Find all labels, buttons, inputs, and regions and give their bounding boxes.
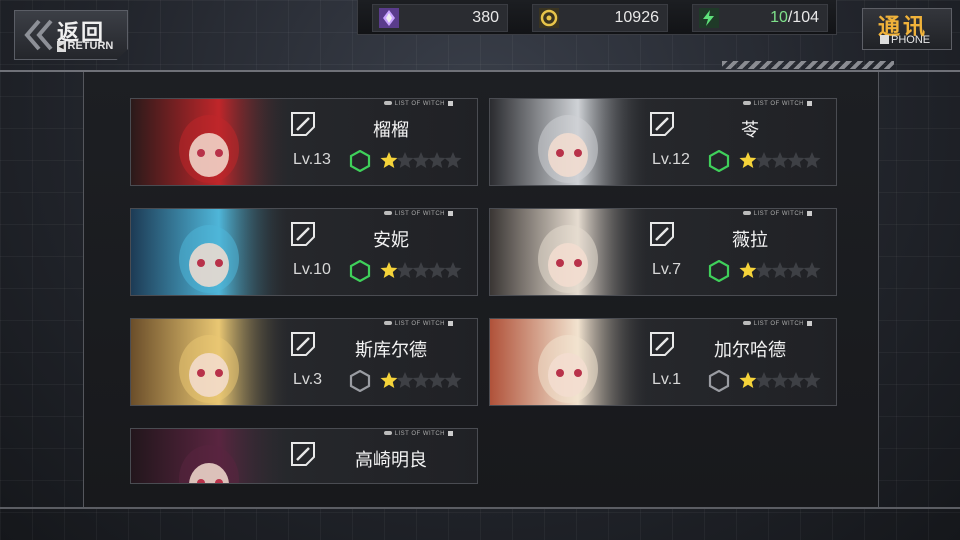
witch-name: 苓 [741,120,759,141]
crystal-counter[interactable]: 380 [372,4,508,32]
witch-portrait [131,319,291,405]
list-of-witch-tag: LIST OF WITCH [384,431,453,437]
witch-card[interactable]: LIST OF WITCH 斯库尔德 Lv.3 [130,318,478,406]
panel-border-right [878,72,879,508]
hexagon-icon [349,260,371,282]
wand-icon [291,332,315,356]
coin-counter[interactable]: 10926 [532,4,668,32]
panel-border-left [83,72,84,508]
double-chevron-left-icon [24,19,53,51]
resource-bar: 380 10926 10/104 [357,0,837,35]
crystal-value: 380 [472,9,499,26]
wand-icon [291,442,315,466]
witch-portrait [131,209,291,295]
witch-card[interactable]: LIST OF WITCH 高崎明良 [130,428,478,484]
list-of-witch-tag: LIST OF WITCH [384,211,453,217]
star-rating [379,260,462,280]
witch-level: Lv.10 [293,261,331,278]
list-of-witch-tag: LIST OF WITCH [743,211,812,217]
back-button[interactable]: 返回 ◂ RETURN [14,10,128,60]
witch-level: Lv.13 [293,151,331,168]
star-icon [444,262,462,278]
witch-name: 加尔哈德 [714,340,786,361]
star-icon [803,372,821,388]
witch-card[interactable]: LIST OF WITCH 榴榴 Lv.13 [130,98,478,186]
coin-icon [539,8,559,28]
witch-card[interactable]: LIST OF WITCH 加尔哈德 Lv.1 [489,318,837,406]
energy-icon [699,8,719,28]
hexagon-icon [349,370,371,392]
star-rating [379,370,462,390]
witch-card[interactable]: LIST OF WITCH 苓 Lv.12 [489,98,837,186]
wand-icon [650,332,674,356]
star-rating [738,260,821,280]
hexagon-icon [349,150,371,172]
witch-portrait [490,319,650,405]
hazard-stripes [722,61,894,69]
witch-name: 高崎明良 [355,450,427,471]
witch-name: 斯库尔德 [355,340,427,361]
witch-level: Lv.7 [652,261,682,278]
wand-icon [291,222,315,246]
energy-counter[interactable]: 10/104 [692,4,828,32]
star-rating [738,370,821,390]
witch-name: 榴榴 [373,120,409,141]
star-icon [803,152,821,168]
check-icon [880,35,889,44]
witch-card[interactable]: LIST OF WITCH 薇拉 Lv.7 [489,208,837,296]
star-icon [803,262,821,278]
list-of-witch-tag: LIST OF WITCH [384,321,453,327]
wand-icon [650,112,674,136]
star-rating [738,150,821,170]
witch-portrait [490,99,650,185]
wand-icon [650,222,674,246]
phone-button[interactable]: 通讯 PHONE [862,8,952,50]
crystal-icon [379,8,399,28]
phone-label-en: PHONE [891,34,931,46]
energy-max: /104 [787,9,819,26]
hexagon-icon [708,370,730,392]
back-arrow-icon: ◂ [57,41,66,52]
coin-value: 10926 [614,9,660,26]
list-of-witch-tag: LIST OF WITCH [384,101,453,107]
witch-level: Lv.1 [652,371,682,388]
witch-name: 安妮 [373,230,409,251]
star-rating [379,150,462,170]
hexagon-icon [708,260,730,282]
star-icon [444,372,462,388]
witch-portrait [131,429,291,483]
witch-portrait [490,209,650,295]
witch-name: 薇拉 [732,230,768,251]
back-label-en: RETURN [67,40,114,52]
list-of-witch-tag: LIST OF WITCH [743,101,812,107]
hexagon-icon [708,150,730,172]
divider-bottom [0,507,960,509]
witch-card[interactable]: LIST OF WITCH 安妮 Lv.10 [130,208,478,296]
witch-portrait [131,99,291,185]
witch-level: Lv.12 [652,151,690,168]
wand-icon [291,112,315,136]
witch-level: Lv.3 [293,371,323,388]
list-of-witch-tag: LIST OF WITCH [743,321,812,327]
star-icon [444,152,462,168]
energy-current: 10 [770,9,788,26]
